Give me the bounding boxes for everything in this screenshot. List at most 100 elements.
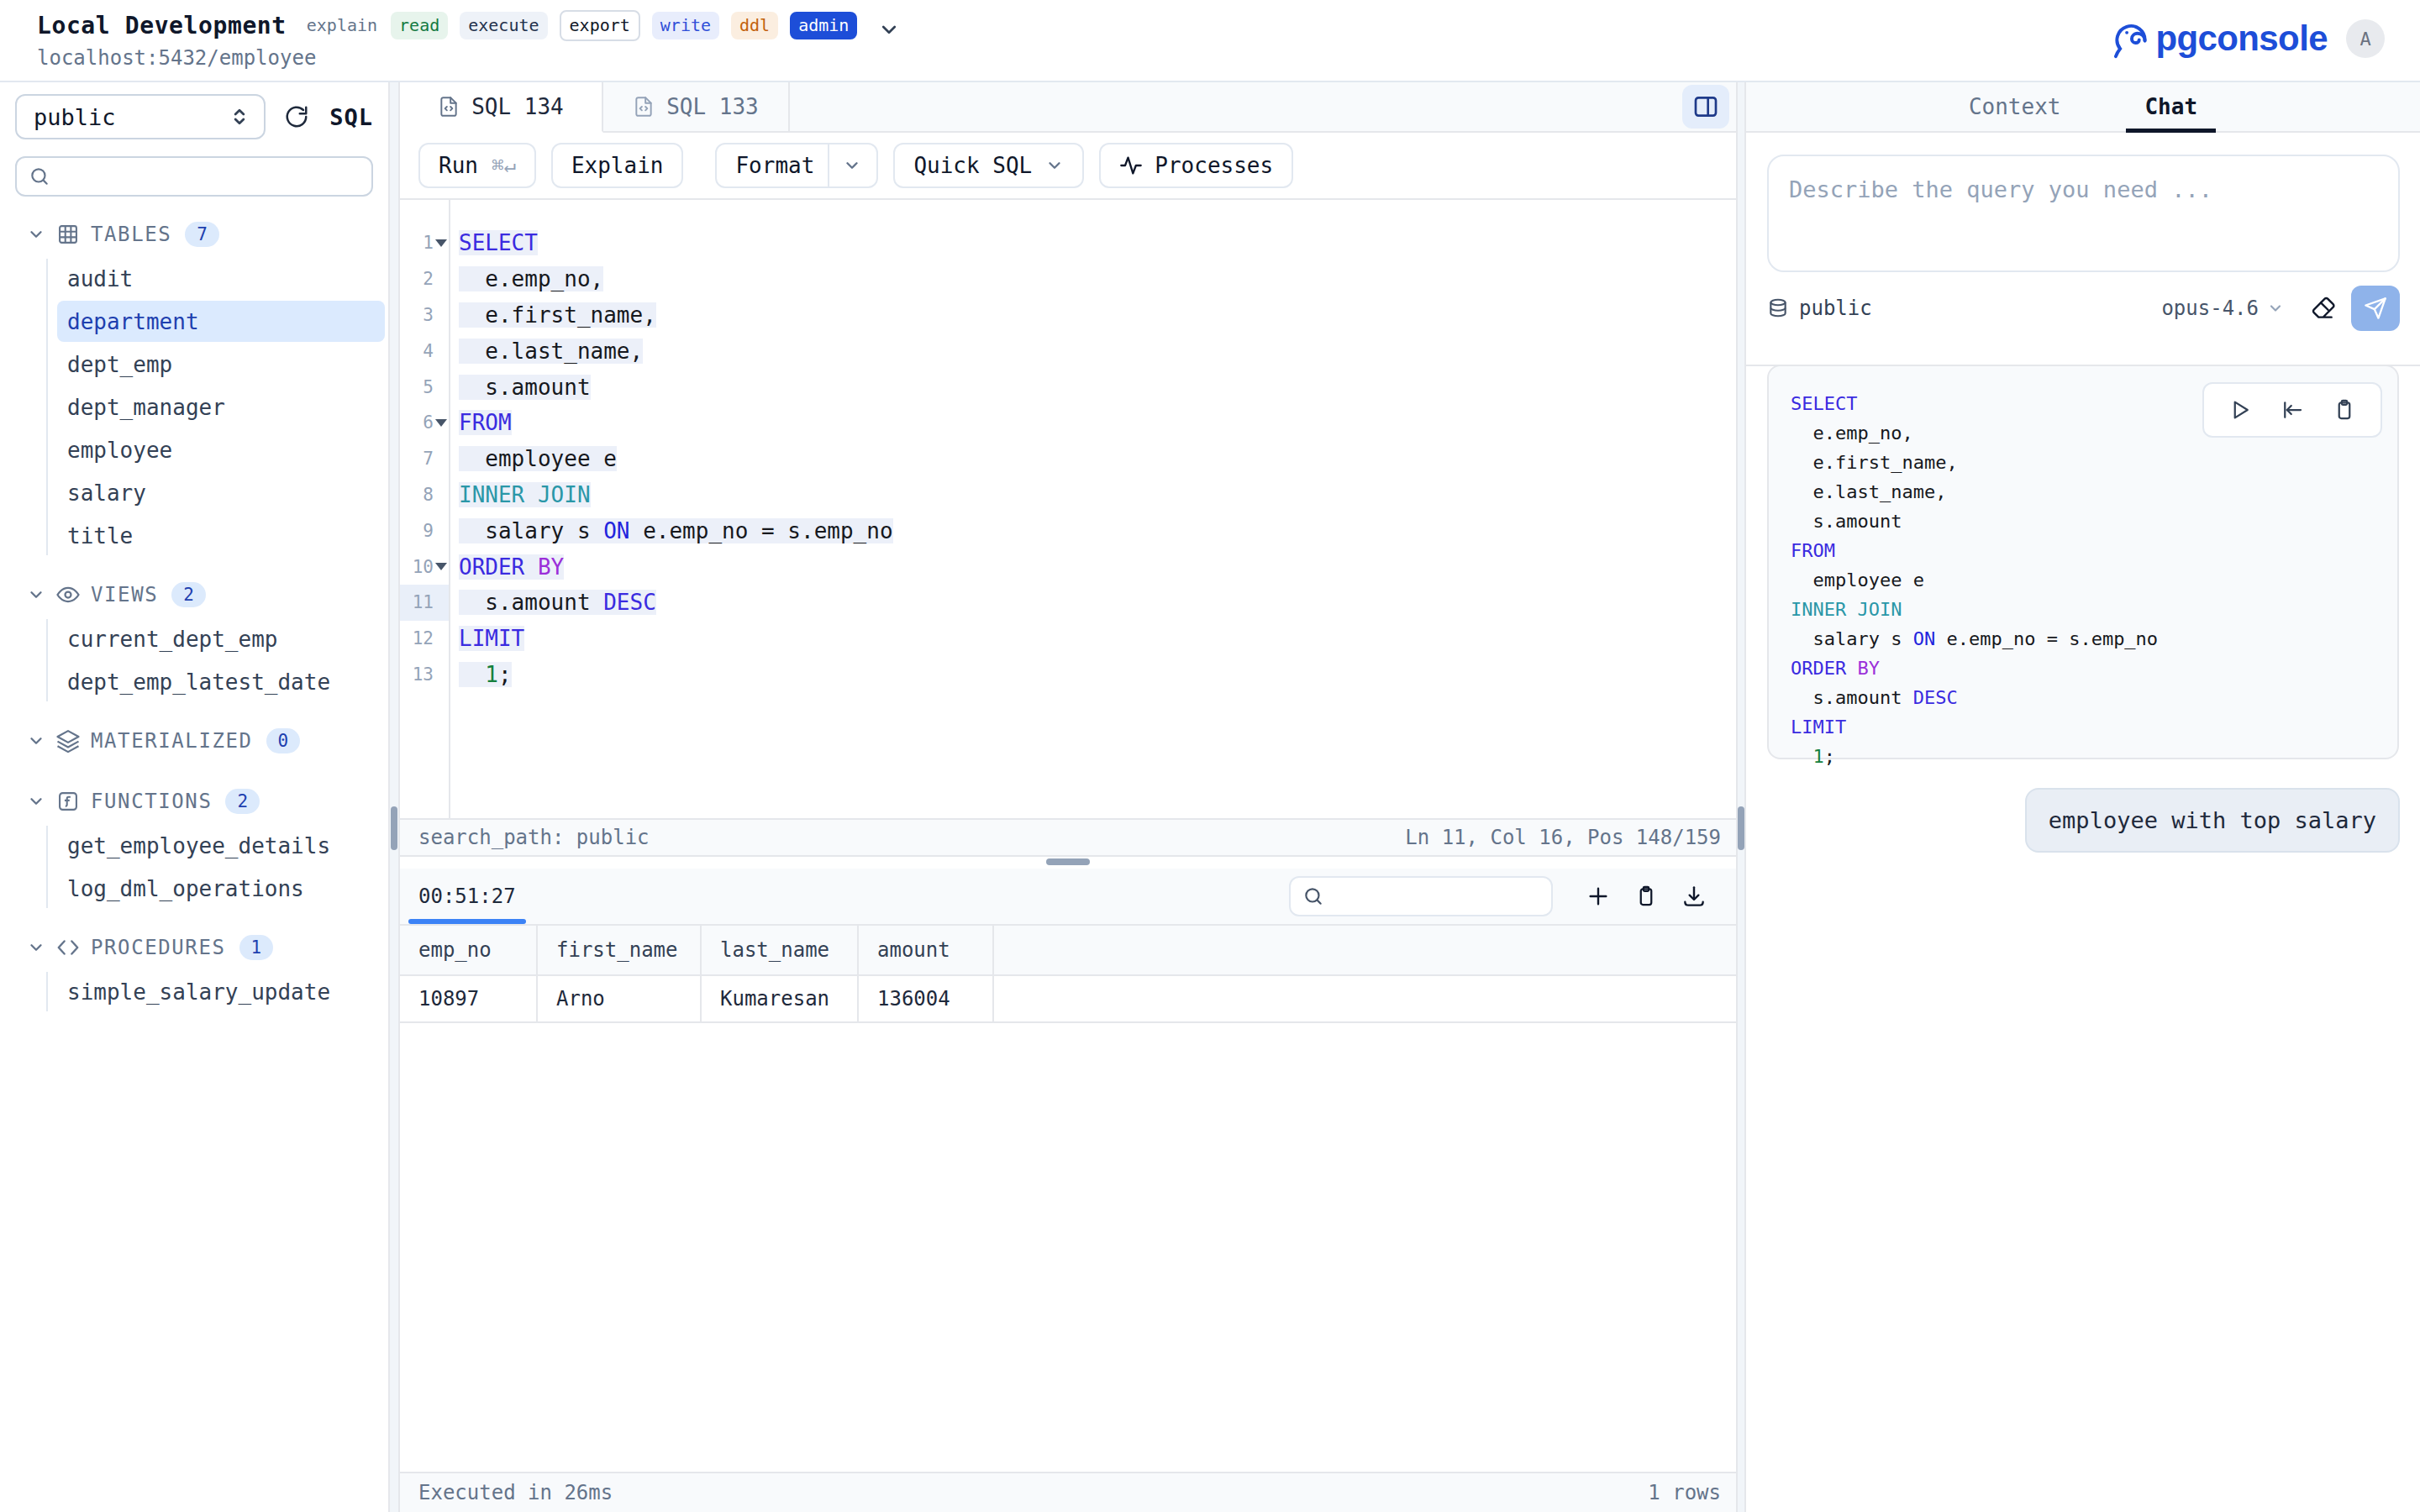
- copy-results-icon[interactable]: [1634, 884, 1659, 909]
- code-line-9[interactable]: salary s ON e.emp_no = s.emp_no: [459, 512, 1736, 549]
- gutter-line-2[interactable]: 2: [400, 261, 449, 297]
- add-tab-icon[interactable]: [1585, 883, 1612, 910]
- code-line-5[interactable]: s.amount: [459, 369, 1736, 405]
- tree-item-dept_manager[interactable]: dept_manager: [0, 386, 388, 428]
- tree-item-simple_salary_update[interactable]: simple_salary_update: [0, 970, 388, 1013]
- chat-input[interactable]: Describe the query you need ...: [1767, 155, 2400, 272]
- sql-mode-label[interactable]: SQL: [329, 104, 373, 130]
- gutter-line-5[interactable]: 5: [400, 369, 449, 405]
- schema-select[interactable]: public: [15, 94, 266, 139]
- gutter-line-9[interactable]: 9: [400, 512, 449, 549]
- copy-sql-icon[interactable]: [2332, 397, 2357, 423]
- tree-group-views[interactable]: VIEWS2: [0, 572, 388, 617]
- tree-item-dept_emp_latest_date[interactable]: dept_emp_latest_date: [0, 660, 388, 703]
- card-code-line-12: LIMIT: [1791, 712, 2397, 742]
- insert-to-editor-icon[interactable]: [2280, 397, 2305, 423]
- tab-sql-133[interactable]: SQL 133: [603, 82, 790, 131]
- chevron-down-icon[interactable]: [879, 19, 899, 39]
- table-cell: 136004: [859, 976, 994, 1021]
- column-header-amount[interactable]: amount: [859, 926, 994, 974]
- sql-editor[interactable]: 12345678910111213 SELECT e.emp_no, e.fir…: [400, 200, 1736, 818]
- code-line-3[interactable]: e.first_name,: [459, 297, 1736, 333]
- table-row[interactable]: 10897ArnoKumaresan136004: [400, 976, 1736, 1023]
- gutter-line-1[interactable]: 1: [400, 225, 449, 261]
- quick-sql-button[interactable]: Quick SQL: [893, 143, 1084, 188]
- avatar[interactable]: A: [2346, 19, 2385, 58]
- code-line-6[interactable]: FROM: [459, 405, 1736, 441]
- tree-item-log_dml_operations[interactable]: log_dml_operations: [0, 867, 388, 910]
- tree-group-functions[interactable]: FUNCTIONS2: [0, 779, 388, 824]
- sql-file-icon: [633, 96, 655, 118]
- chat-schema-chip[interactable]: public: [1767, 297, 1872, 320]
- code-line-7[interactable]: employee e: [459, 441, 1736, 477]
- sidebar-search-input[interactable]: [15, 156, 373, 197]
- panel-right-icon: [1692, 93, 1719, 120]
- gutter-line-3[interactable]: 3: [400, 297, 449, 333]
- send-button[interactable]: [2351, 286, 2400, 331]
- gutter-line-11[interactable]: 11: [400, 585, 449, 621]
- tree-item-dept_emp[interactable]: dept_emp: [0, 343, 388, 386]
- tree-group-materialized[interactable]: MATERIALIZED0: [0, 718, 388, 764]
- tree-item-salary[interactable]: salary: [0, 471, 388, 514]
- refresh-icon[interactable]: [284, 104, 309, 129]
- gutter-line-13[interactable]: 13: [400, 657, 449, 693]
- code-line-11[interactable]: s.amount DESC: [459, 585, 1736, 621]
- gutter-line-7[interactable]: 7: [400, 441, 449, 477]
- tree-item-department[interactable]: department: [0, 300, 388, 343]
- code-line-4[interactable]: e.last_name,: [459, 333, 1736, 369]
- card-code-line-9: salary s ON e.emp_no = s.emp_no: [1791, 624, 2397, 654]
- column-header-emp_no[interactable]: emp_no: [400, 926, 538, 974]
- tree-group-procedures[interactable]: PROCEDURES1: [0, 925, 388, 970]
- code-line-13[interactable]: 1;: [459, 657, 1736, 693]
- tree-item-get_employee_details[interactable]: get_employee_details: [0, 824, 388, 867]
- editor-pane: SQL 134 SQL 133 Run⌘↵ Explain Format: [400, 82, 1736, 1512]
- card-code-line-6: FROM: [1791, 536, 2397, 565]
- chevron-down-icon: [27, 585, 45, 604]
- chevron-down-icon: [843, 156, 861, 175]
- code-line-12[interactable]: LIMIT: [459, 621, 1736, 657]
- column-header-last_name[interactable]: last_name: [702, 926, 859, 974]
- results-search-input[interactable]: [1289, 876, 1553, 916]
- code-line-1[interactable]: SELECT: [459, 225, 1736, 261]
- gutter-line-6[interactable]: 6: [400, 405, 449, 441]
- gutter-line-8[interactable]: 8: [400, 477, 449, 513]
- model-select[interactable]: opus-4.6: [2161, 297, 2284, 320]
- tab-chat[interactable]: Chat: [2126, 82, 2216, 131]
- run-button[interactable]: Run⌘↵: [418, 143, 536, 188]
- tree-item-current_dept_emp[interactable]: current_dept_emp: [0, 617, 388, 660]
- column-header-first_name[interactable]: first_name: [538, 926, 702, 974]
- gutter-line-10[interactable]: 10: [400, 549, 449, 585]
- code-line-10[interactable]: ORDER BY: [459, 549, 1736, 585]
- card-code-line-3: e.first_name,: [1791, 448, 2397, 477]
- code-line-8[interactable]: INNER JOIN: [459, 477, 1736, 513]
- tree-item-employee[interactable]: employee: [0, 428, 388, 471]
- panel-toggle-button[interactable]: [1682, 85, 1729, 129]
- results-resize-handle[interactable]: [400, 857, 1736, 869]
- sidebar-resize-handle[interactable]: [388, 82, 400, 1512]
- permission-badges: explainreadexecuteexportwriteddladmin: [305, 10, 858, 41]
- tree-item-title[interactable]: title: [0, 514, 388, 557]
- card-code-line-7: employee e: [1791, 565, 2397, 595]
- processes-button[interactable]: Processes: [1099, 143, 1293, 188]
- explain-button[interactable]: Explain: [551, 143, 684, 188]
- tab-sql-134[interactable]: SQL 134: [400, 82, 603, 133]
- fold-arrow-icon: [435, 563, 447, 570]
- tree-group-tables[interactable]: TABLES7: [0, 212, 388, 257]
- run-sql-icon[interactable]: [2228, 397, 2253, 423]
- tree-group-count: 0: [266, 728, 301, 753]
- database-icon: [1767, 297, 1789, 319]
- tree-item-audit[interactable]: audit: [0, 257, 388, 300]
- card-code-line-13: 1;: [1791, 742, 2397, 771]
- panel-resize-handle[interactable]: [1736, 82, 1746, 1512]
- gutter-line-12[interactable]: 12: [400, 621, 449, 657]
- permission-badge-write: write: [652, 12, 719, 39]
- tab-context[interactable]: Context: [1950, 82, 2080, 131]
- format-button[interactable]: Format: [715, 143, 878, 188]
- download-results-icon[interactable]: [1681, 883, 1707, 910]
- gutter-line-4[interactable]: 4: [400, 333, 449, 369]
- results-tab-timer[interactable]: 00:51:27: [418, 869, 516, 924]
- editor-toolbar: Run⌘↵ Explain Format Quick SQL Processes: [400, 133, 1736, 200]
- eraser-icon: [2309, 295, 2336, 322]
- code-line-2[interactable]: e.emp_no,: [459, 261, 1736, 297]
- clear-chat-button[interactable]: [2309, 295, 2336, 322]
